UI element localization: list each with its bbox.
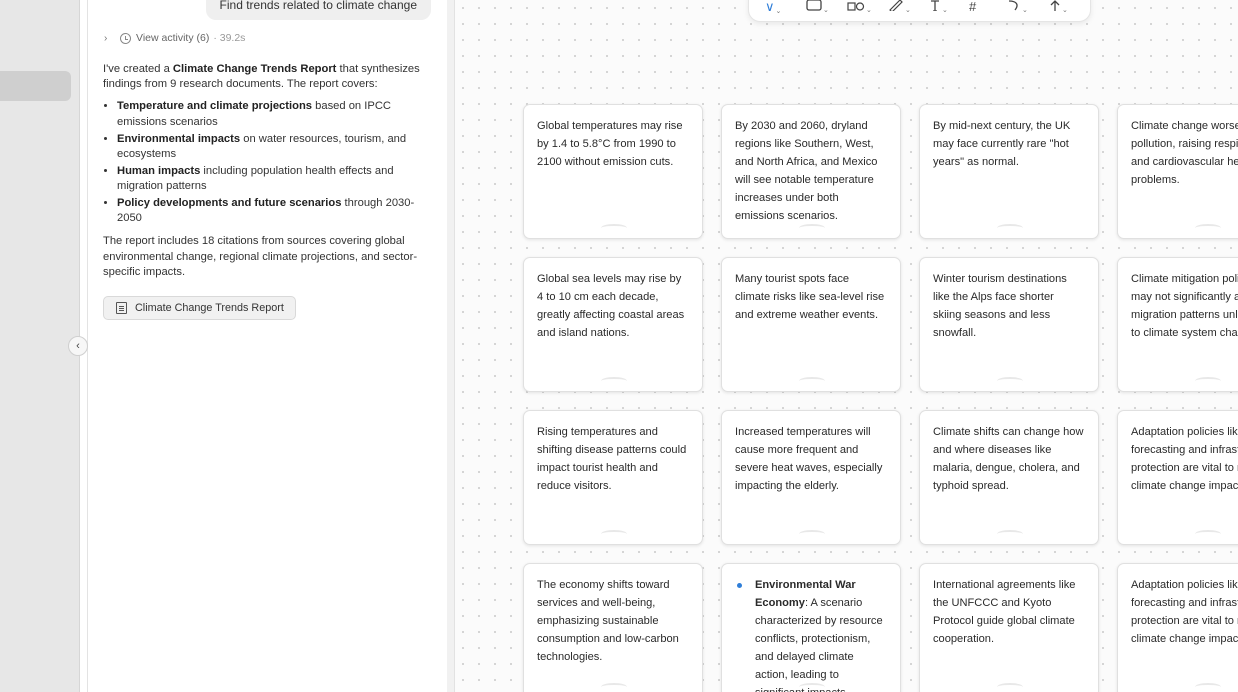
list-item: Temperature and climate projections base…	[117, 99, 431, 129]
sticky-note-card[interactable]: By mid-next century, the UK may face cur…	[919, 104, 1099, 239]
sticky-note-card[interactable]: Environmental War Economy: A scenario ch…	[721, 563, 901, 692]
card-text: Climate mitigation policies may not sign…	[1131, 273, 1238, 339]
card-handle[interactable]	[601, 683, 627, 691]
sticky-note-card[interactable]: Adaptation policies like forecasting and…	[1117, 563, 1238, 692]
card-text: The economy shifts toward services and w…	[537, 579, 679, 663]
user-message-bubble: Find trends related to climate change	[205, 0, 431, 20]
view-activity-toggle[interactable]: › View activity (6) · 39.2s	[104, 32, 245, 44]
card-handle[interactable]	[997, 377, 1023, 385]
select-tool-icon[interactable]: ∨⌄	[765, 0, 781, 15]
card-handle[interactable]	[799, 377, 825, 385]
activity-time: · 39.2s	[213, 32, 246, 44]
sticky-note-card[interactable]: By 2030 and 2060, dryland regions like S…	[721, 104, 901, 239]
chevron-left-icon: ‹	[76, 340, 80, 352]
document-icon	[116, 302, 127, 314]
report-title-inline: Climate Change Trends Report	[172, 63, 337, 75]
card-handle[interactable]	[997, 683, 1023, 691]
card-text: By 2030 and 2060, dryland regions like S…	[735, 120, 878, 222]
card-handle[interactable]	[1195, 377, 1221, 385]
sticky-note-card[interactable]: Adaptation policies like forecasting and…	[1117, 410, 1238, 545]
card-handle[interactable]	[601, 377, 627, 385]
card-handle[interactable]	[799, 683, 825, 691]
card-text: Increased temperatures will cause more f…	[735, 426, 883, 492]
card-handle[interactable]	[601, 224, 627, 232]
shape-tool-icon[interactable]: ⌄	[806, 0, 829, 14]
list-item: Environmental impacts on water resources…	[117, 132, 431, 162]
card-handle[interactable]	[1195, 683, 1221, 691]
report-topics-list: Temperature and climate projections base…	[103, 99, 431, 226]
sticky-note-card[interactable]: Increased temperatures will cause more f…	[721, 410, 901, 545]
card-handle[interactable]	[799, 224, 825, 232]
card-text: Rising temperatures and shifting disease…	[537, 426, 687, 492]
card-handle[interactable]	[1195, 224, 1221, 232]
card-handle[interactable]	[601, 530, 627, 538]
list-item-bold: Human impacts	[117, 164, 201, 177]
sidebar-selected-item[interactable]	[0, 71, 71, 101]
frame-tool-icon[interactable]: #	[969, 0, 976, 14]
card-text: Climate change worsens pollution, raisin…	[1131, 120, 1238, 186]
list-item-bold: Environmental impacts	[117, 132, 241, 145]
card-text: Global sea levels may rise by 4 to 10 cm…	[537, 273, 685, 339]
sticky-note-card[interactable]: Climate change worsens pollution, raisin…	[1117, 104, 1238, 239]
whiteboard-canvas[interactable]: ∨⌄ ⌄ ⌄ ⌄ ⌄ # ⌄ ⌄ Global temperatures may…	[455, 0, 1238, 692]
sticky-note-card[interactable]: Winter tourism destinations like the Alp…	[919, 257, 1099, 392]
sticky-note-card[interactable]: Global sea levels may rise by 4 to 10 cm…	[523, 257, 703, 392]
connector-tool-icon[interactable]: ⌄	[1007, 0, 1028, 14]
components-tool-icon[interactable]: ⌄	[847, 0, 872, 14]
collapse-sidebar-button[interactable]: ‹	[68, 336, 88, 356]
report-chip-button[interactable]: Climate Change Trends Report	[103, 296, 296, 320]
list-item-bold: Policy developments and future scenarios	[117, 197, 342, 210]
card-text: International agreements like the UNFCCC…	[933, 579, 1076, 645]
chevron-right-icon: ›	[104, 32, 108, 44]
card-text: Winter tourism destinations like the Alp…	[933, 273, 1067, 339]
sticky-note-card[interactable]: Global temperatures may rise by 1.4 to 5…	[523, 104, 703, 239]
list-item: Policy developments and future scenarios…	[117, 196, 431, 226]
intro-text: I've created a	[103, 63, 173, 75]
sticky-note-card[interactable]: International agreements like the UNFCCC…	[919, 563, 1099, 692]
pen-tool-icon[interactable]: ⌄	[888, 0, 911, 14]
card-handle[interactable]	[799, 530, 825, 538]
chat-panel: Find trends related to climate change › …	[87, 0, 448, 692]
sticky-note-card[interactable]: Rising temperatures and shifting disease…	[523, 410, 703, 545]
card-handle[interactable]	[1195, 530, 1221, 538]
intro-paragraph: I've created a Climate Change Trends Rep…	[103, 62, 431, 92]
card-text: By mid-next century, the UK may face cur…	[933, 120, 1071, 168]
list-item: Human impacts including population healt…	[117, 164, 431, 194]
canvas-toolbar: ∨⌄ ⌄ ⌄ ⌄ ⌄ # ⌄ ⌄	[748, 0, 1091, 22]
card-handle[interactable]	[997, 224, 1023, 232]
activity-label: View activity (6)	[136, 32, 210, 44]
sticky-note-card[interactable]: The economy shifts toward services and w…	[523, 563, 703, 692]
card-text: Climate shifts can change how and where …	[933, 426, 1084, 492]
upload-tool-icon[interactable]: ⌄	[1049, 0, 1068, 14]
sticky-note-card[interactable]: Many tourist spots face climate risks li…	[721, 257, 901, 392]
assistant-message: I've created a Climate Change Trends Rep…	[103, 62, 431, 287]
panel-divider[interactable]	[447, 0, 455, 692]
card-text: : A scenario characterized by resource c…	[755, 597, 883, 692]
sticky-note-card[interactable]: Climate mitigation policies may not sign…	[1117, 257, 1238, 392]
report-chip-label: Climate Change Trends Report	[135, 302, 284, 314]
card-text: Global temperatures may rise by 1.4 to 5…	[537, 120, 683, 168]
card-text: Many tourist spots face climate risks li…	[735, 273, 885, 321]
text-tool-icon[interactable]: ⌄	[929, 0, 948, 14]
card-text: Adaptation policies like forecasting and…	[1131, 426, 1238, 492]
sticky-note-card[interactable]: Climate shifts can change how and where …	[919, 410, 1099, 545]
summary-paragraph: The report includes 18 citations from so…	[103, 235, 418, 278]
list-item-bold: Temperature and climate projections	[117, 100, 313, 113]
card-text: Adaptation policies like forecasting and…	[1131, 579, 1238, 645]
card-handle[interactable]	[997, 530, 1023, 538]
clock-icon	[120, 32, 131, 44]
